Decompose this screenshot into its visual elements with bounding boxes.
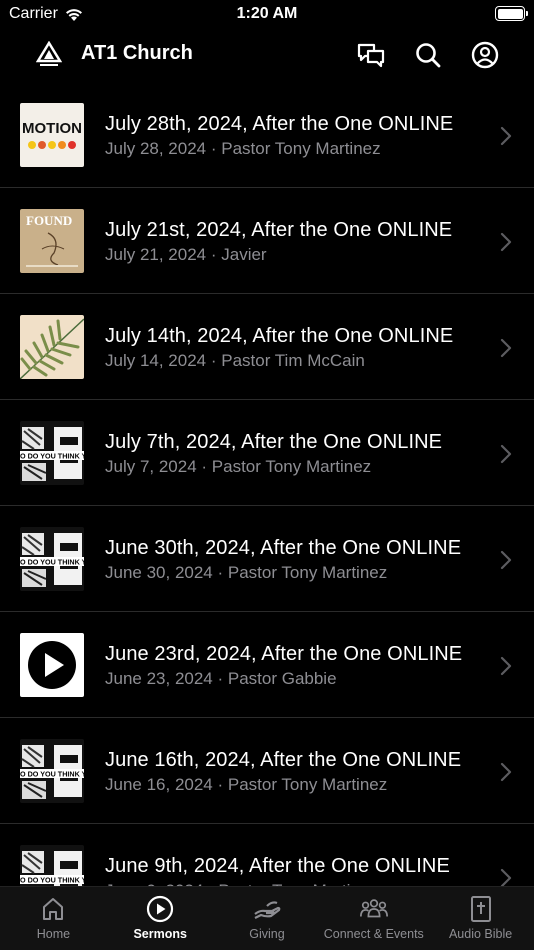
sermon-list: MOTION July 28th, 2024, After the One ON… <box>0 82 534 886</box>
chevron-right-icon <box>500 550 512 570</box>
chevron-right-icon <box>500 656 512 676</box>
chevron-right-icon <box>500 126 512 146</box>
nav-bar: AT1 Church <box>0 32 534 78</box>
app-title: AT1 Church <box>81 42 193 64</box>
sermon-title: July 14th, 2024, After the One ONLINE <box>105 325 454 347</box>
sermon-thumbnail: O DO YOU THINK YOU A <box>20 845 84 886</box>
chevron-right-icon <box>500 444 512 464</box>
bible-icon <box>466 895 496 923</box>
profile-button[interactable] <box>470 40 500 70</box>
status-bar: Carrier 1:20 AM <box>0 0 534 30</box>
play-circle-icon <box>145 895 175 923</box>
sermon-subtitle: June 16, 2024 · Pastor Tony Martinez <box>105 775 388 794</box>
tab-connect-events[interactable]: Connect & Events <box>320 887 427 950</box>
chevron-right-icon <box>500 232 512 252</box>
search-icon <box>416 43 441 68</box>
sermon-row[interactable]: O DO YOU THINK YOU A June 16th, 2024, Af… <box>0 718 534 824</box>
sermon-thumbnail: FOUND <box>20 209 84 273</box>
sermon-thumbnail: O DO YOU THINK YOU A <box>20 739 84 803</box>
sermon-thumbnail: O DO YOU THINK YOU A <box>20 421 84 485</box>
chevron-right-icon <box>500 762 512 782</box>
svg-text:O DO YOU THINK YOU A: O DO YOU THINK YOU A <box>20 558 84 567</box>
search-button[interactable] <box>413 40 443 70</box>
svg-text:O DO YOU THINK YOU A: O DO YOU THINK YOU A <box>20 770 84 779</box>
sermon-title: June 9th, 2024, After the One ONLINE <box>105 855 450 877</box>
chat-bubbles-icon <box>357 43 385 68</box>
user-circle-icon <box>471 41 499 69</box>
sermon-row[interactable]: FOUND July 21st, 2024, After the One ONL… <box>0 188 534 294</box>
sermon-thumbnail: O DO YOU THINK YOU A <box>20 527 84 591</box>
sermon-subtitle: July 7, 2024 · Pastor Tony Martinez <box>105 457 372 476</box>
tab-label: Home <box>36 927 71 941</box>
home-icon <box>38 895 68 923</box>
sermon-row[interactable]: July 14th, 2024, After the One ONLINE Ju… <box>0 294 534 400</box>
sermon-row[interactable]: O DO YOU THINK YOU A July 7th, 2024, Aft… <box>0 400 534 506</box>
church-logo-icon <box>36 41 62 66</box>
sermon-subtitle: July 14, 2024 · Pastor Tim McCain <box>105 351 365 370</box>
sermon-subtitle: July 28, 2024 · Pastor Tony Martinez <box>105 139 381 158</box>
clock: 1:20 AM <box>236 5 298 22</box>
battery-icon <box>495 6 528 21</box>
sermon-title: June 16th, 2024, After the One ONLINE <box>105 749 462 771</box>
svg-text:O DO YOU THINK YOU A: O DO YOU THINK YOU A <box>20 452 84 461</box>
messages-button[interactable] <box>356 40 386 70</box>
tab-audio-bible[interactable]: Audio Bible <box>427 887 534 950</box>
tab-sermons[interactable]: Sermons <box>107 887 214 950</box>
sermon-title: July 21st, 2024, After the One ONLINE <box>105 219 453 241</box>
people-icon <box>359 895 389 923</box>
sermon-title: July 7th, 2024, After the One ONLINE <box>105 431 443 453</box>
sermon-subtitle: June 23, 2024 · Pastor Gabbie <box>105 669 337 688</box>
sermon-title: June 23rd, 2024, After the One ONLINE <box>105 643 463 665</box>
sermon-subtitle: July 21, 2024 · Javier <box>105 245 267 264</box>
tab-bar: Home Sermons Giving Connect & Events Aud… <box>0 886 534 950</box>
sermon-row[interactable]: O DO YOU THINK YOU A June 30th, 2024, Af… <box>0 506 534 612</box>
sermon-subtitle: June 30, 2024 · Pastor Tony Martinez <box>105 563 388 582</box>
tab-label: Audio Bible <box>448 927 513 941</box>
chevron-right-icon <box>500 868 512 886</box>
sermon-thumbnail <box>20 633 84 697</box>
tab-home[interactable]: Home <box>0 887 107 950</box>
tab-label: Connect & Events <box>323 927 424 941</box>
sermon-title: June 30th, 2024, After the One ONLINE <box>105 537 462 559</box>
sermon-title: July 28th, 2024, After the One ONLINE <box>105 113 454 135</box>
sermon-row[interactable]: O DO YOU THINK YOU A June 9th, 2024, Aft… <box>0 824 534 886</box>
svg-text:MOTION: MOTION <box>22 120 82 137</box>
sermon-thumbnail: MOTION <box>20 103 84 167</box>
sermon-thumbnail <box>20 315 84 379</box>
svg-text:O DO YOU THINK YOU A: O DO YOU THINK YOU A <box>20 876 84 885</box>
tab-label: Sermons <box>133 927 187 941</box>
sermon-row[interactable]: June 23rd, 2024, After the One ONLINE Ju… <box>0 612 534 718</box>
tab-giving[interactable]: Giving <box>214 887 321 950</box>
svg-text:FOUND: FOUND <box>26 213 72 228</box>
tab-label: Giving <box>249 927 285 941</box>
chevron-right-icon <box>500 338 512 358</box>
giving-hand-icon <box>252 895 282 923</box>
sermon-row[interactable]: MOTION July 28th, 2024, After the One ON… <box>0 82 534 188</box>
